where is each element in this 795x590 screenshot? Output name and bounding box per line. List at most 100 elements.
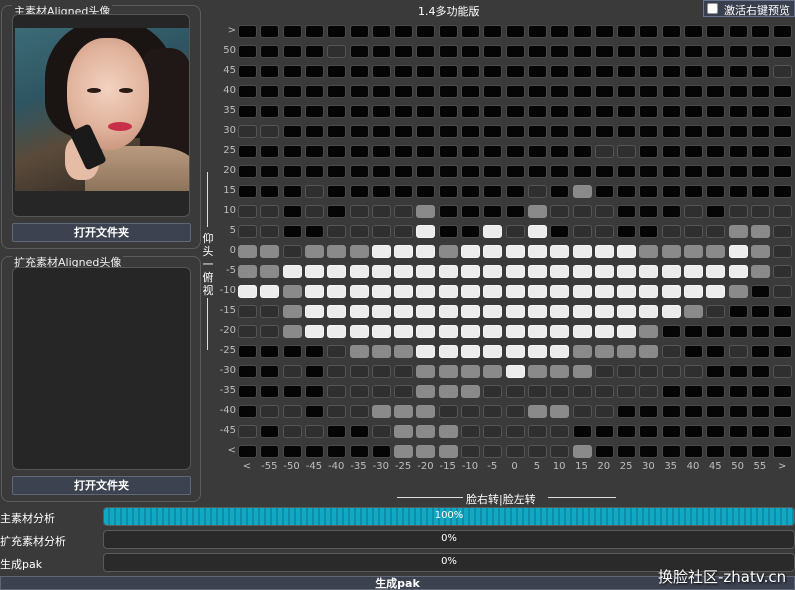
- grid-cell[interactable]: [238, 245, 257, 258]
- grid-cell[interactable]: [728, 225, 748, 238]
- grid-cell[interactable]: [394, 445, 414, 458]
- grid-cell[interactable]: [349, 125, 369, 138]
- grid-cell[interactable]: [594, 305, 614, 318]
- grid-cell[interactable]: [282, 405, 302, 418]
- grid-cell[interactable]: [461, 305, 480, 318]
- grid-cell[interactable]: [394, 425, 414, 438]
- grid-cell[interactable]: [617, 405, 637, 418]
- grid-cell[interactable]: [260, 325, 280, 338]
- grid-cell[interactable]: [684, 65, 703, 78]
- grid-cell[interactable]: [304, 325, 324, 338]
- grid-cell[interactable]: [394, 285, 414, 298]
- grid-cell[interactable]: [394, 345, 414, 358]
- grid-cell[interactable]: [750, 245, 770, 258]
- grid-cell[interactable]: [639, 285, 659, 298]
- grid-cell[interactable]: [349, 105, 369, 118]
- ext-open-folder-button[interactable]: 打开文件夹: [12, 476, 191, 495]
- grid-cell[interactable]: [416, 405, 436, 418]
- grid-cell[interactable]: [394, 145, 414, 158]
- grid-cell[interactable]: [639, 105, 659, 118]
- grid-cell[interactable]: [661, 445, 681, 458]
- grid-cell[interactable]: [750, 405, 770, 418]
- grid-cell[interactable]: [282, 185, 302, 198]
- grid-cell[interactable]: [371, 185, 391, 198]
- grid-cell[interactable]: [661, 225, 681, 238]
- grid-cell[interactable]: [349, 245, 369, 258]
- grid-cell[interactable]: [461, 185, 480, 198]
- grid-cell[interactable]: [461, 245, 480, 258]
- grid-cell[interactable]: [394, 165, 414, 178]
- grid-cell[interactable]: [661, 385, 681, 398]
- grid-cell[interactable]: [461, 445, 480, 458]
- grid-cell[interactable]: [461, 105, 480, 118]
- grid-cell[interactable]: [661, 245, 681, 258]
- grid-cell[interactable]: [260, 305, 280, 318]
- grid-cell[interactable]: [238, 185, 257, 198]
- grid-cell[interactable]: [750, 365, 770, 378]
- grid-cell[interactable]: [483, 405, 503, 418]
- grid-cell[interactable]: [416, 185, 436, 198]
- grid-cell[interactable]: [617, 345, 637, 358]
- grid-cell[interactable]: [550, 205, 570, 218]
- grid-cell[interactable]: [572, 345, 592, 358]
- grid-cell[interactable]: [461, 265, 480, 278]
- grid-cell[interactable]: [505, 325, 525, 338]
- grid-cell[interactable]: [371, 385, 391, 398]
- grid-cell[interactable]: [327, 305, 347, 318]
- grid-cell[interactable]: [394, 245, 414, 258]
- grid-cell[interactable]: [238, 25, 257, 38]
- grid-cell[interactable]: [282, 65, 302, 78]
- grid-cell[interactable]: [773, 165, 793, 178]
- grid-cell[interactable]: [750, 425, 770, 438]
- grid-cell[interactable]: [438, 425, 458, 438]
- grid-cell[interactable]: [260, 25, 280, 38]
- grid-cell[interactable]: [371, 245, 391, 258]
- right-click-preview-toggle[interactable]: 激活右键预览: [703, 0, 795, 17]
- grid-cell[interactable]: [594, 85, 614, 98]
- grid-cell[interactable]: [238, 385, 257, 398]
- grid-cell[interactable]: [617, 445, 637, 458]
- grid-cell[interactable]: [371, 145, 391, 158]
- grid-cell[interactable]: [260, 385, 280, 398]
- grid-cell[interactable]: [461, 85, 480, 98]
- grid-cell[interactable]: [416, 65, 436, 78]
- grid-cell[interactable]: [706, 85, 726, 98]
- grid-cell[interactable]: [461, 25, 480, 38]
- grid-cell[interactable]: [282, 325, 302, 338]
- grid-cell[interactable]: [639, 245, 659, 258]
- grid-cell[interactable]: [639, 305, 659, 318]
- grid-cell[interactable]: [461, 125, 480, 138]
- grid-cell[interactable]: [483, 65, 503, 78]
- grid-cell[interactable]: [728, 185, 748, 198]
- grid-cell[interactable]: [527, 125, 547, 138]
- grid-cell[interactable]: [639, 265, 659, 278]
- grid-cell[interactable]: [572, 105, 592, 118]
- grid-cell[interactable]: [773, 25, 793, 38]
- grid-cell[interactable]: [617, 105, 637, 118]
- grid-cell[interactable]: [238, 425, 257, 438]
- grid-cell[interactable]: [773, 445, 793, 458]
- grid-cell[interactable]: [550, 45, 570, 58]
- grid-cell[interactable]: [483, 365, 503, 378]
- grid-cell[interactable]: [416, 265, 436, 278]
- grid-cell[interactable]: [572, 45, 592, 58]
- grid-cell[interactable]: [684, 345, 703, 358]
- grid-cell[interactable]: [617, 325, 637, 338]
- grid-cell[interactable]: [349, 365, 369, 378]
- grid-cell[interactable]: [461, 225, 480, 238]
- grid-cell[interactable]: [438, 125, 458, 138]
- grid-cell[interactable]: [349, 165, 369, 178]
- grid-cell[interactable]: [773, 65, 793, 78]
- grid-cell[interactable]: [661, 145, 681, 158]
- grid-cell[interactable]: [661, 25, 681, 38]
- grid-cell[interactable]: [773, 385, 793, 398]
- grid-cell[interactable]: [728, 425, 748, 438]
- grid-cell[interactable]: [773, 85, 793, 98]
- grid-cell[interactable]: [238, 285, 257, 298]
- grid-cell[interactable]: [416, 305, 436, 318]
- grid-cell[interactable]: [773, 145, 793, 158]
- grid-cell[interactable]: [483, 205, 503, 218]
- grid-cell[interactable]: [260, 65, 280, 78]
- grid-cell[interactable]: [238, 265, 257, 278]
- grid-cell[interactable]: [438, 265, 458, 278]
